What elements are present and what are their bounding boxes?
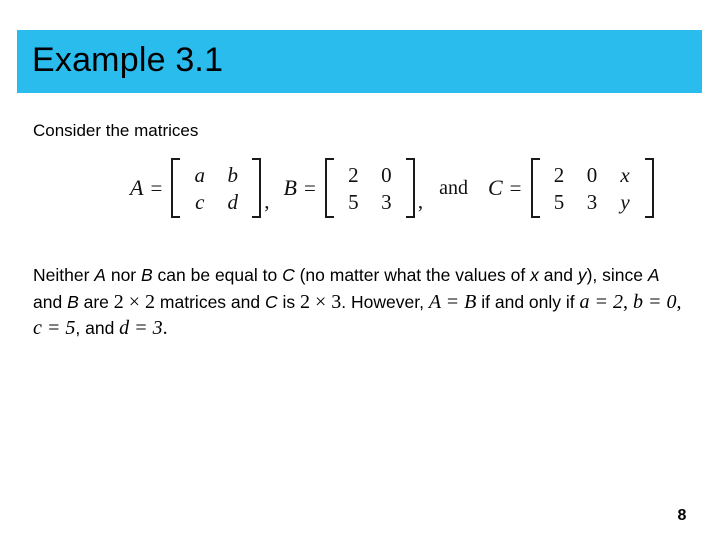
matrix-cell: 2 <box>553 162 565 187</box>
matrix-group-b: B = 2 0 5 3 , <box>282 158 436 218</box>
bracket-left-icon <box>324 158 334 218</box>
text-fragment: and <box>538 265 578 285</box>
bracket-right-icon <box>252 158 262 218</box>
variable-a: A <box>94 265 106 285</box>
bracket-right-icon <box>405 158 415 218</box>
matrix-row: 2 0 x <box>543 161 642 188</box>
text-fragment: and <box>33 291 68 312</box>
matrix-cell: 3 <box>381 189 392 214</box>
matrix-cell: d <box>227 189 239 214</box>
matrix-cell: 0 <box>381 162 392 187</box>
text-fragment: , <box>623 290 634 313</box>
page-number: 8 <box>677 507 687 524</box>
text-fragment: matrices and <box>155 291 265 312</box>
text-fragment: ), since <box>586 265 648 285</box>
text-fragment: are <box>78 291 114 312</box>
dimension-2x3: 2 × 3 <box>299 290 342 313</box>
matrix-label-b: B <box>283 175 297 200</box>
variable-b: B <box>141 265 153 285</box>
text-fragment: , and <box>75 318 120 338</box>
text-fragment: . <box>162 317 168 339</box>
variable-y: y <box>577 265 587 285</box>
matrix-cell: 5 <box>348 189 359 214</box>
matrix-cell: c <box>195 189 205 214</box>
matrix-separator-b: , <box>417 189 424 213</box>
matrix-cell: y <box>620 189 630 214</box>
variable-c: C <box>264 291 278 312</box>
matrix-cell: a <box>194 162 206 187</box>
equals-sign-a: = <box>150 175 163 200</box>
text-fragment: , <box>676 290 682 313</box>
variable-a: A <box>647 265 660 285</box>
dimension-2x2: 2 × 2 <box>113 290 156 313</box>
equation-c-value: c = 5 <box>33 317 76 339</box>
slide-canvas: Example 3.1 Consider the matrices A = a … <box>0 0 720 540</box>
matrix-c: 2 0 x 5 3 y <box>529 158 656 218</box>
text-fragment: is <box>277 291 300 312</box>
text-fragment: . However, <box>341 291 429 312</box>
matrix-cell: 3 <box>586 189 598 214</box>
variable-b: B <box>67 291 79 312</box>
equation-b-value: b = 0 <box>633 290 677 313</box>
text-fragment: can be equal to <box>152 265 283 285</box>
matrix-b: 2 0 5 3 <box>323 158 417 218</box>
matrix-cell: 5 <box>553 189 565 214</box>
matrix-group-c: C = 2 0 x 5 3 y <box>486 158 656 218</box>
equals-sign-b: = <box>304 175 316 200</box>
conjunction-and: and <box>439 176 468 199</box>
matrix-row: 5 3 <box>337 188 403 215</box>
matrix-row: c d <box>183 188 249 215</box>
bracket-left-icon <box>530 158 540 218</box>
matrix-cell: b <box>227 162 239 187</box>
matrix-equation-row: A = a b c d , B = 2 0 5 3 , and C = 2 0 … <box>128 158 656 218</box>
matrix-row: 5 3 y <box>543 188 642 215</box>
equals-sign-c: = <box>509 175 522 200</box>
matrix-a: a b c d <box>169 158 263 218</box>
text-fragment: Neither <box>33 265 95 285</box>
equation-a-value: a = 2 <box>579 290 624 313</box>
matrix-label-c: C <box>487 175 503 200</box>
matrix-group-a: A = a b c d , <box>128 158 282 218</box>
matrix-row: 2 0 <box>337 161 403 188</box>
matrix-cell: x <box>620 162 630 187</box>
text-fragment: nor <box>105 265 141 285</box>
matrix-cell: 0 <box>586 162 598 187</box>
equation-d-value: d = 3 <box>119 317 163 339</box>
matrix-cell: 2 <box>348 162 359 187</box>
matrix-label-a: A <box>130 175 144 200</box>
page-title: Example 3.1 <box>32 41 224 79</box>
bracket-right-icon <box>644 158 654 218</box>
variable-c: C <box>282 265 295 285</box>
equation-a-equals-b: A = B <box>428 290 477 313</box>
intro-text: Consider the matrices <box>33 121 199 140</box>
matrix-separator-a: , <box>264 189 270 213</box>
matrix-c-body: 2 0 x 5 3 y <box>541 158 644 218</box>
variable-x: x <box>530 265 539 285</box>
text-fragment: (no matter what the values of <box>294 265 531 285</box>
matrix-a-body: a b c d <box>181 158 251 218</box>
matrix-b-body: 2 0 5 3 <box>335 158 405 218</box>
matrix-row: a b <box>183 161 249 188</box>
bracket-left-icon <box>171 158 181 218</box>
explanation-paragraph: Neither A nor B can be equal to C (no ma… <box>33 262 693 342</box>
text-fragment: if and only if <box>476 291 580 312</box>
